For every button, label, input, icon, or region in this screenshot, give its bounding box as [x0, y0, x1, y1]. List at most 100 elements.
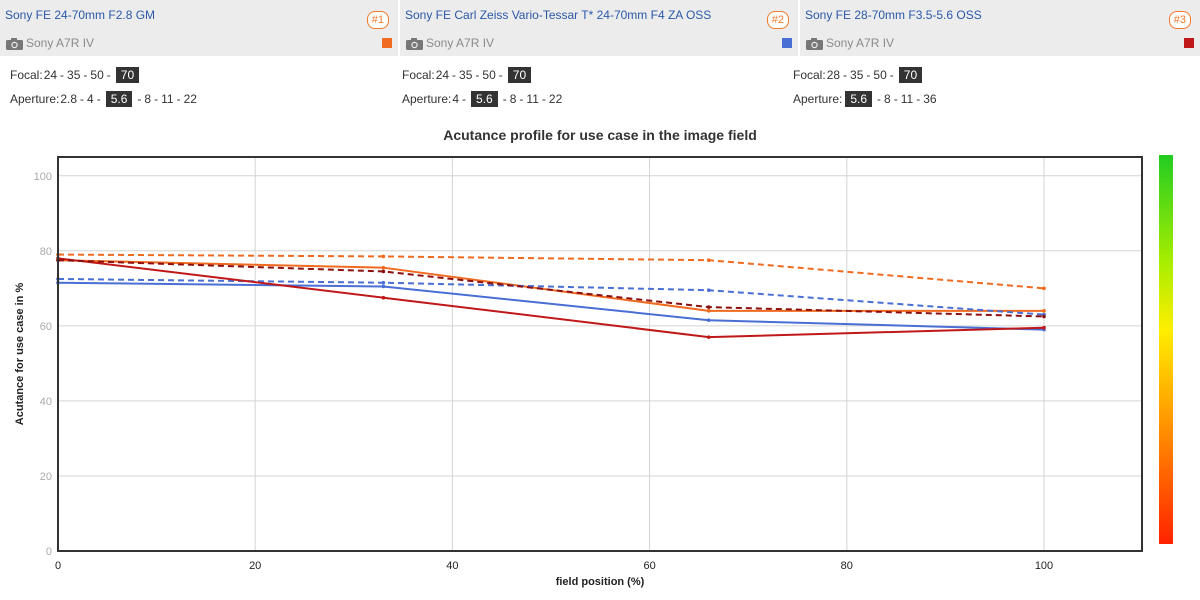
lens-name-link[interactable]: Sony FE 24-70mm F2.8 GM [5, 8, 155, 22]
series-line-1 [57, 259, 1044, 312]
data-point [56, 280, 60, 285]
separator: - [916, 92, 921, 106]
aperture-option-11[interactable]: 11 [161, 92, 173, 106]
aperture-option-5.6[interactable]: 5.6 [845, 91, 873, 107]
y-tick-label: 0 [46, 546, 52, 558]
focal-selector: Focal:24-35-50-70 [402, 67, 533, 83]
separator: - [475, 68, 480, 82]
aperture-label: Aperture: [10, 92, 60, 106]
separator: - [877, 92, 882, 106]
data-point [56, 258, 60, 262]
separator: - [843, 68, 848, 82]
data-point [381, 295, 386, 300]
focal-option-35[interactable]: 35 [850, 68, 863, 82]
separator: - [452, 68, 457, 82]
focal-option-50[interactable]: 50 [482, 68, 495, 82]
chart-title: Acutance profile for use case in the ima… [443, 127, 757, 143]
aperture-option-22[interactable]: 22 [184, 92, 197, 106]
aperture-option-4[interactable]: 4 [452, 92, 459, 106]
focal-option-70[interactable]: 70 [507, 67, 532, 83]
data-point [381, 269, 386, 274]
data-point [381, 254, 386, 259]
x-tick-label: 0 [55, 560, 61, 572]
focal-label: Focal: [10, 68, 43, 82]
lens-header-2[interactable]: Sony FE Carl Zeiss Vario-Tessar T* 24-70… [400, 0, 798, 56]
x-tick-label: 60 [643, 560, 655, 572]
aperture-option-11[interactable]: 11 [901, 92, 913, 106]
aperture-option-4[interactable]: 4 [87, 92, 94, 106]
lens-header-3[interactable]: Sony FE 28-70mm F3.5-5.6 OSS #3 Sony A7R I… [800, 0, 1200, 56]
focal-option-24[interactable]: 24 [436, 68, 449, 82]
data-point [706, 258, 711, 262]
acutance-chart: 0 20 40 60 80 100 0 20 40 60 80 100 Acutance profile… [14, 127, 1143, 588]
y-axis-label: Acutance for use case in % [14, 283, 26, 426]
data-point [56, 256, 60, 261]
separator: - [176, 92, 181, 106]
separator: - [519, 92, 524, 106]
aperture-option-8[interactable]: 8 [884, 92, 891, 106]
separator: - [462, 92, 467, 106]
data-point [1042, 327, 1046, 332]
x-tick-label: 80 [841, 560, 853, 572]
aperture-option-22[interactable]: 22 [549, 92, 562, 106]
series-line-6 [57, 259, 1045, 318]
focal-label: Focal: [793, 68, 826, 82]
focal-option-50[interactable]: 50 [873, 68, 886, 82]
focal-option-35[interactable]: 35 [459, 68, 472, 82]
x-tick-label: 20 [249, 560, 261, 572]
x-tick-label: 100 [1035, 560, 1053, 572]
separator: - [80, 92, 85, 106]
separator: - [106, 68, 111, 82]
lens-header-1[interactable]: Sony FE 24-70mm F2.8 GM #1 Sony A7R IV [0, 0, 398, 56]
data-point [706, 318, 711, 323]
aperture-option-8[interactable]: 8 [144, 92, 151, 106]
aperture-option-11[interactable]: 11 [526, 92, 538, 106]
lens-name-link[interactable]: Sony FE Carl Zeiss Vario-Tessar T* 24-70… [405, 8, 711, 22]
data-point [706, 335, 711, 339]
plot-background [58, 157, 1142, 551]
focal-label: Focal: [402, 68, 435, 82]
y-tick-label: 80 [40, 246, 52, 258]
camera-icon [406, 38, 423, 50]
focal-option-24[interactable]: 24 [44, 68, 57, 82]
x-tick-label: 40 [446, 560, 458, 572]
aperture-label: Aperture: [402, 92, 452, 106]
aperture-option-36[interactable]: 36 [923, 92, 936, 106]
lens-color-swatch [382, 38, 392, 48]
separator: - [893, 92, 898, 106]
aperture-option-2.8[interactable]: 2.8 [60, 92, 77, 106]
focal-option-28[interactable]: 28 [827, 68, 840, 82]
data-point [706, 305, 711, 309]
separator: - [889, 68, 894, 82]
separator: - [154, 92, 159, 106]
lens-name-link[interactable]: Sony FE 28-70mm F3.5-5.6 OSS [805, 8, 982, 22]
focal-option-70[interactable]: 70 [115, 67, 140, 83]
focal-selector: Focal:28-35-50-70 [793, 67, 924, 83]
data-point [1042, 309, 1046, 313]
focal-option-35[interactable]: 35 [67, 68, 80, 82]
aperture-label: Aperture: [793, 92, 843, 106]
separator: - [502, 92, 507, 106]
series-line-2 [57, 253, 1045, 290]
focal-option-70[interactable]: 70 [898, 67, 923, 83]
series-line-5 [57, 257, 1045, 339]
camera-icon [806, 38, 823, 50]
separator: - [83, 68, 88, 82]
camera-name: Sony A7R IV [26, 36, 95, 50]
plot-border [57, 156, 1143, 552]
data-point [56, 252, 60, 257]
aperture-option-5.6[interactable]: 5.6 [471, 91, 498, 107]
focal-option-50[interactable]: 50 [90, 68, 103, 82]
data-point [56, 258, 60, 262]
data-point [381, 265, 386, 270]
data-point [381, 280, 386, 285]
separator: - [498, 68, 503, 82]
acutance-color-scale [1159, 155, 1173, 544]
y-tick-label: 20 [40, 471, 52, 483]
aperture-option-5.6[interactable]: 5.6 [105, 91, 133, 107]
data-point [381, 284, 386, 289]
aperture-option-8[interactable]: 8 [510, 92, 517, 106]
data-point [706, 309, 711, 313]
camera-icon [6, 38, 23, 50]
camera-name: Sony A7R IV [826, 36, 895, 50]
